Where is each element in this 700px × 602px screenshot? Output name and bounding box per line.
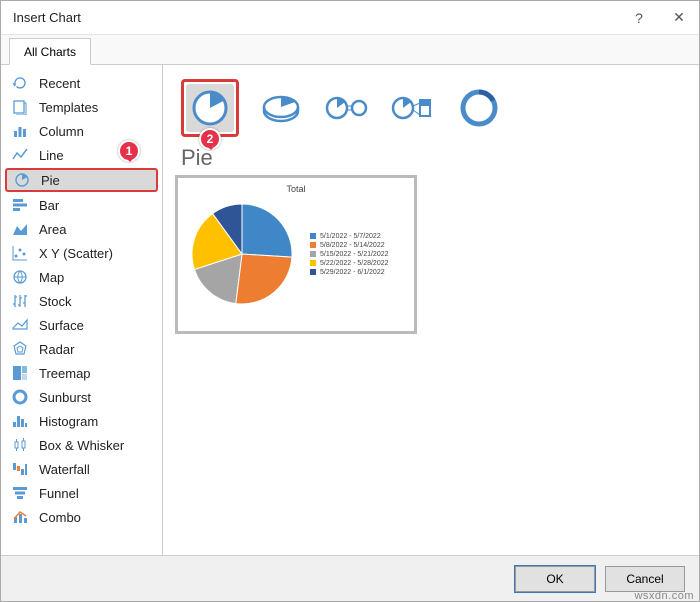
sidebar-item-treemap[interactable]: Treemap (1, 361, 162, 385)
legend-swatch (310, 260, 316, 266)
pie-subtype-row: 2 (177, 75, 685, 145)
templates-icon (11, 98, 29, 116)
window-title: Insert Chart (13, 10, 619, 25)
sidebar-item-boxwhisker[interactable]: Box & Whisker (1, 433, 162, 457)
sidebar-item-pie[interactable]: Pie (5, 168, 158, 192)
legend-label: 5/22/2022 - 5/28/2022 (320, 260, 389, 267)
sidebar-item-combo[interactable]: Combo (1, 505, 162, 529)
sidebar-item-map[interactable]: Map (1, 265, 162, 289)
waterfall-icon (11, 460, 29, 478)
sidebar-item-label: Stock (39, 294, 72, 309)
help-button[interactable]: ? (619, 1, 659, 35)
sidebar-item-area[interactable]: Area (1, 217, 162, 241)
subtype-pie[interactable] (186, 84, 234, 132)
sidebar-item-histogram[interactable]: Histogram (1, 409, 162, 433)
ok-button[interactable]: OK (515, 566, 595, 592)
legend-swatch (310, 269, 316, 275)
histogram-icon (11, 412, 29, 430)
sidebar-item-sunburst[interactable]: Sunburst (1, 385, 162, 409)
sidebar-item-label: X Y (Scatter) (39, 246, 113, 261)
tab-all-charts[interactable]: All Charts (9, 38, 91, 65)
subtype-bar-of-pie[interactable] (389, 84, 437, 132)
sunburst-icon (11, 388, 29, 406)
legend-swatch (310, 242, 316, 248)
watermark: wsxdn.com (634, 590, 694, 602)
preview-pie-graphic (188, 200, 296, 308)
sidebar-item-scatter[interactable]: X Y (Scatter) (1, 241, 162, 265)
sidebar-item-radar[interactable]: Radar (1, 337, 162, 361)
sidebar-item-surface[interactable]: Surface (1, 313, 162, 337)
sidebar: Recent Templates Column Line Pie Bar (1, 65, 163, 555)
legend-item: 5/8/2022 - 5/14/2022 (310, 242, 389, 249)
legend-swatch (310, 251, 316, 257)
preview-title: Total (188, 184, 404, 194)
sidebar-item-label: Templates (39, 100, 98, 115)
subtype-doughnut[interactable] (455, 84, 503, 132)
main-area: 2 Pie Total 5/1 (163, 65, 699, 555)
insert-chart-dialog: Insert Chart ? ✕ All Charts Recent Templ… (0, 0, 700, 602)
sidebar-item-label: Histogram (39, 414, 98, 429)
sidebar-item-funnel[interactable]: Funnel (1, 481, 162, 505)
stock-icon (11, 292, 29, 310)
chart-preview[interactable]: Total 5/1/2022 - 5/7/2022 5/8/2022 - 5/14… (177, 177, 415, 332)
sidebar-item-label: Column (39, 124, 84, 139)
subtype-title: Pie (181, 145, 685, 171)
area-icon (11, 220, 29, 238)
sidebar-item-recent[interactable]: Recent (1, 71, 162, 95)
legend-label: 5/1/2022 - 5/7/2022 (320, 233, 381, 240)
preview-legend: 5/1/2022 - 5/7/2022 5/8/2022 - 5/14/2022 5… (310, 231, 389, 278)
legend-item: 5/15/2022 - 5/21/2022 (310, 251, 389, 258)
sidebar-item-templates[interactable]: Templates (1, 95, 162, 119)
cancel-button[interactable]: Cancel (605, 566, 685, 592)
scatter-icon (11, 244, 29, 262)
sidebar-item-label: Box & Whisker (39, 438, 124, 453)
legend-label: 5/8/2022 - 5/14/2022 (320, 242, 385, 249)
legend-swatch (310, 233, 316, 239)
sidebar-item-label: Waterfall (39, 462, 90, 477)
legend-label: 5/29/2022 - 6/1/2022 (320, 269, 385, 276)
sidebar-item-label: Surface (39, 318, 84, 333)
sidebar-item-label: Area (39, 222, 66, 237)
sidebar-item-label: Combo (39, 510, 81, 525)
bar-icon (11, 196, 29, 214)
sidebar-item-column[interactable]: Column (1, 119, 162, 143)
sidebar-item-label: Recent (39, 76, 80, 91)
legend-item: 5/22/2022 - 5/28/2022 (310, 260, 389, 267)
legend-label: 5/15/2022 - 5/21/2022 (320, 251, 389, 258)
sidebar-item-label: Sunburst (39, 390, 91, 405)
map-icon (11, 268, 29, 286)
callout-1: 1 (118, 140, 140, 162)
pie-icon (13, 171, 31, 189)
combo-icon (11, 508, 29, 526)
boxwhisker-icon (11, 436, 29, 454)
titlebar: Insert Chart ? ✕ (1, 1, 699, 35)
legend-item: 5/1/2022 - 5/7/2022 (310, 233, 389, 240)
line-icon (11, 146, 29, 164)
sidebar-item-bar[interactable]: Bar (1, 193, 162, 217)
close-button[interactable]: ✕ (659, 1, 699, 35)
radar-icon (11, 340, 29, 358)
sidebar-item-label: Pie (41, 173, 60, 188)
sidebar-item-label: Bar (39, 198, 59, 213)
sidebar-item-label: Line (39, 148, 64, 163)
treemap-icon (11, 364, 29, 382)
sidebar-item-label: Radar (39, 342, 74, 357)
subtype-pie-3d[interactable] (257, 84, 305, 132)
sidebar-item-waterfall[interactable]: Waterfall (1, 457, 162, 481)
subtype-pie-of-pie[interactable] (323, 84, 371, 132)
sidebar-item-stock[interactable]: Stock (1, 289, 162, 313)
legend-item: 5/29/2022 - 6/1/2022 (310, 269, 389, 276)
funnel-icon (11, 484, 29, 502)
sidebar-item-label: Funnel (39, 486, 79, 501)
dialog-footer: OK Cancel (1, 555, 699, 601)
sidebar-item-label: Map (39, 270, 64, 285)
column-icon (11, 122, 29, 140)
tabs-bar: All Charts (1, 35, 699, 65)
callout-2: 2 (199, 128, 221, 150)
recent-icon (11, 74, 29, 92)
surface-icon (11, 316, 29, 334)
sidebar-item-label: Treemap (39, 366, 91, 381)
